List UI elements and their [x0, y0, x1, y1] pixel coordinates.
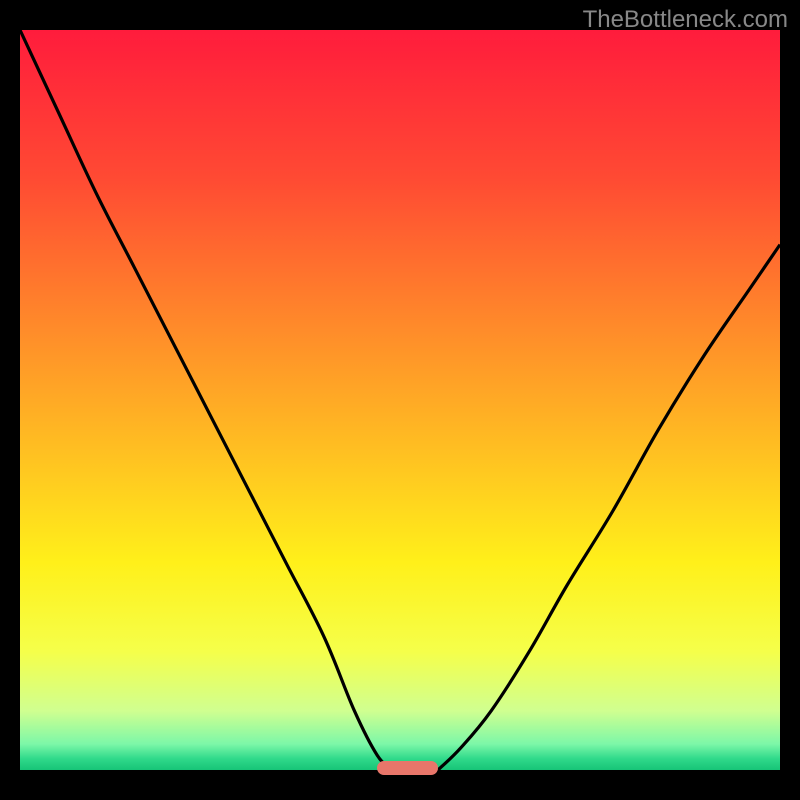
minimum-marker — [377, 761, 438, 775]
watermark-text: TheBottleneck.com — [583, 6, 788, 34]
plot-area — [20, 30, 780, 770]
left-curve-path — [20, 30, 392, 770]
right-curve-path — [438, 245, 780, 770]
curve-lines — [20, 30, 780, 770]
chart-container: TheBottleneck.com — [0, 0, 800, 800]
